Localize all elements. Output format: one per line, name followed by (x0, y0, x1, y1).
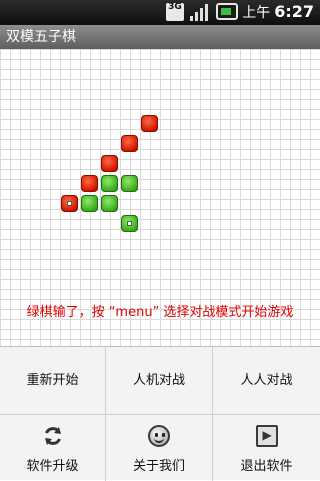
restart-label: 重新开始 (26, 373, 79, 388)
status-bar: 3G 上午 6:27 (0, 0, 320, 25)
green-piece (81, 195, 98, 212)
vs-computer-menu-item[interactable]: 人机对战 (106, 347, 213, 415)
game-board[interactable]: 绿棋输了，按 “menu” 选择对战模式开始游戏 (0, 49, 320, 346)
status-clock: 6:27 (274, 2, 314, 21)
upgrade-label: 软件升级 (26, 459, 79, 474)
red-piece (101, 155, 118, 172)
restart-menu-item[interactable]: 重新开始 (0, 347, 106, 415)
exit-menu-item[interactable]: 退出软件 (213, 415, 320, 481)
smiley-icon (148, 425, 170, 447)
vs-human-label: 人人对战 (240, 373, 293, 388)
status-time: 上午 6:27 (242, 3, 314, 22)
app-title: 双模五子棋 (6, 29, 76, 45)
exit-icon (255, 425, 278, 447)
status-ampm: 上午 (242, 5, 271, 21)
vs-computer-label: 人机对战 (132, 373, 185, 388)
battery-charging-icon (216, 3, 238, 20)
green-piece (101, 195, 118, 212)
refresh-icon (42, 425, 64, 447)
game-result-message: 绿棋输了，按 “menu” 选择对战模式开始游戏 (26, 305, 294, 320)
network-3g-icon: 3G (166, 3, 184, 21)
app-title-bar: 双模五子棋 (0, 25, 320, 49)
green-piece (101, 175, 118, 192)
upgrade-menu-item[interactable]: 软件升级 (0, 415, 106, 481)
green-piece (121, 175, 138, 192)
green-piece-last-move (121, 215, 138, 232)
red-piece (141, 115, 158, 132)
about-label: 关于我们 (132, 459, 185, 474)
red-piece-last-move (61, 195, 78, 212)
signal-icon (190, 3, 210, 21)
red-piece (81, 175, 98, 192)
vs-human-menu-item[interactable]: 人人对战 (213, 347, 320, 415)
exit-label: 退出软件 (240, 459, 293, 474)
options-menu: 重新开始 人机对战 人人对战 软件升级 关于我们 退出软件 (0, 346, 320, 481)
about-menu-item[interactable]: 关于我们 (106, 415, 213, 481)
red-piece (121, 135, 138, 152)
